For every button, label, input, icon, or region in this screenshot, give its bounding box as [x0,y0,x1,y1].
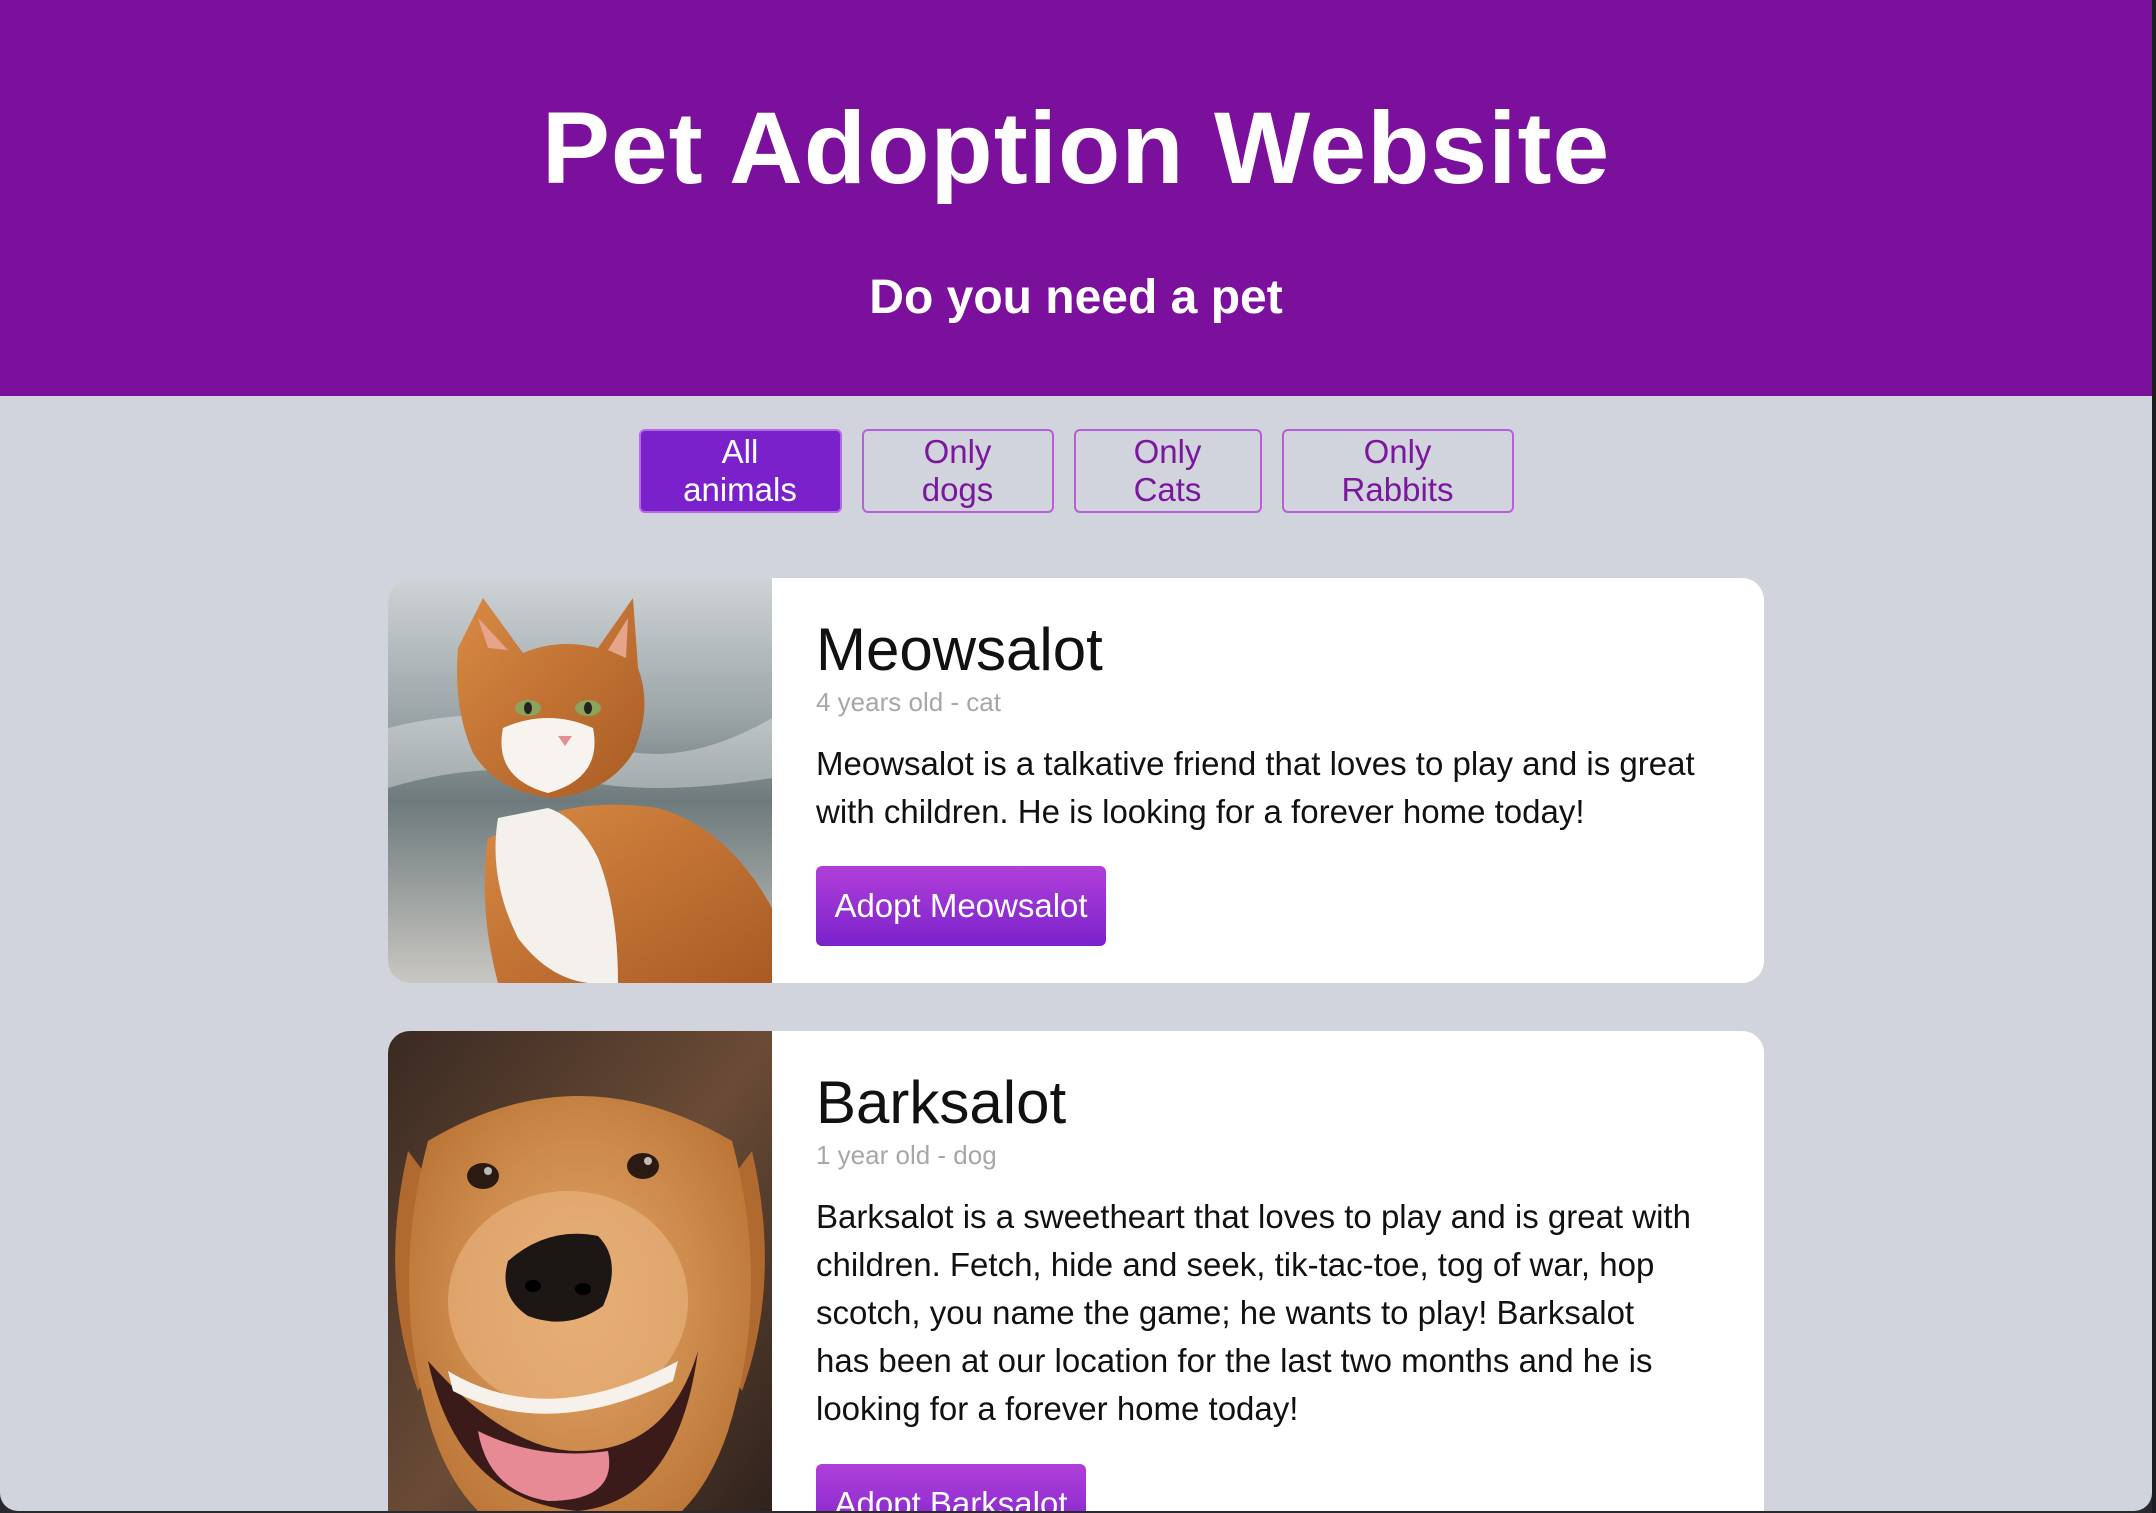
pet-description: Barksalot is a sweetheart that loves to … [816,1198,1691,1427]
pet-name: Barksalot [816,1069,1067,1136]
browser-viewport: Pet Adoption Website Do you need a pet A… [0,0,2152,1511]
pet-age-species: 1 year old - dog [816,1140,997,1170]
cat-photo [388,578,772,983]
filter-only-rabbits-button[interactable]: Only Rabbits [1281,429,1514,513]
pet-name: Meowsalot [816,616,1103,683]
filter-only-cats-button[interactable]: Only Cats [1073,429,1262,513]
filter-all-animals-button[interactable]: All animals [638,429,842,513]
pet-card-meowsalot: Meowsalot 4 years old - cat Meowsalot is… [388,578,1764,983]
pet-card-barksalot: Barksalot 1 year old - dog Barksalot is … [388,1031,1764,1511]
site-header: Pet Adoption Website Do you need a pet [0,0,2152,396]
window-edge [2152,0,2156,1513]
cat-illustration [388,578,772,983]
filter-only-dogs-button[interactable]: Only dogs [861,429,1054,513]
page-title: Pet Adoption Website [541,91,1611,205]
adopt-barksalot-button[interactable]: Adopt Barksalot [816,1464,1086,1511]
dog-photo [388,1031,772,1511]
page-subtitle: Do you need a pet [869,271,1283,324]
adopt-meowsalot-button[interactable]: Adopt Meowsalot [816,866,1106,946]
dog-illustration [388,1031,772,1511]
pet-description: Meowsalot is a talkative friend that lov… [816,745,1695,830]
filter-bar: All animals Only dogs Only Cats Only Rab… [0,429,2152,513]
pet-age-species: 4 years old - cat [816,687,1001,717]
